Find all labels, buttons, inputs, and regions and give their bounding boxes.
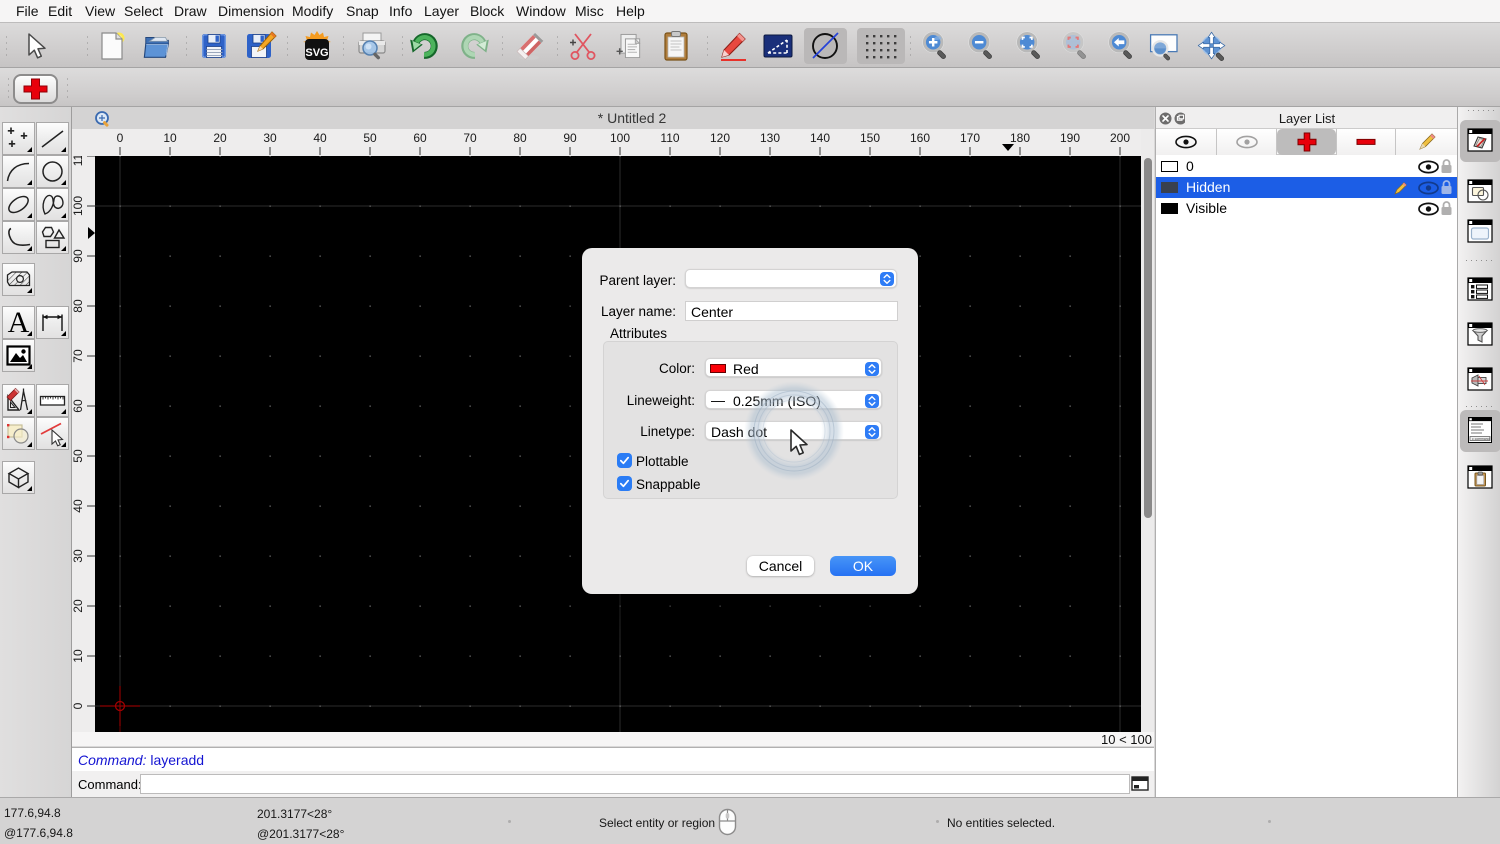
svg-text:50: 50 <box>72 449 85 463</box>
svg-text:90: 90 <box>563 131 577 145</box>
svg-text:130: 130 <box>760 131 780 145</box>
svg-text:120: 120 <box>710 131 730 145</box>
svg-text:60: 60 <box>72 399 85 413</box>
svg-text:80: 80 <box>72 299 85 313</box>
svg-text:90: 90 <box>72 249 85 263</box>
svg-text:100: 100 <box>72 196 85 216</box>
svg-text:30: 30 <box>263 131 277 145</box>
svg-text:0: 0 <box>117 131 124 145</box>
svg-text:50: 50 <box>363 131 377 145</box>
svg-text:140: 140 <box>810 131 830 145</box>
svg-text:20: 20 <box>213 131 227 145</box>
svg-text:30: 30 <box>72 549 85 563</box>
svg-text:110: 110 <box>660 131 679 145</box>
svg-text:70: 70 <box>72 349 85 363</box>
svg-text:0: 0 <box>72 702 85 709</box>
svg-text:10: 10 <box>163 131 177 145</box>
svg-text:11: 11 <box>72 156 85 166</box>
svg-text:100: 100 <box>610 131 630 145</box>
svg-text:20: 20 <box>72 599 85 613</box>
svg-text:10: 10 <box>72 649 85 663</box>
svg-text:SVG: SVG <box>305 47 328 59</box>
svg-text:190: 190 <box>1060 131 1080 145</box>
svg-text:200: 200 <box>1110 131 1130 145</box>
svg-text:80: 80 <box>513 131 527 145</box>
svg-text:60: 60 <box>413 131 427 145</box>
svg-text:150: 150 <box>860 131 880 145</box>
svg-text:170: 170 <box>960 131 980 145</box>
svg-text:70: 70 <box>463 131 477 145</box>
svg-text:40: 40 <box>313 131 327 145</box>
svg-text:160: 160 <box>910 131 930 145</box>
svg-text:40: 40 <box>72 499 85 513</box>
svg-text:180: 180 <box>1010 131 1030 145</box>
svg-text:c command: c command <box>1472 437 1490 441</box>
